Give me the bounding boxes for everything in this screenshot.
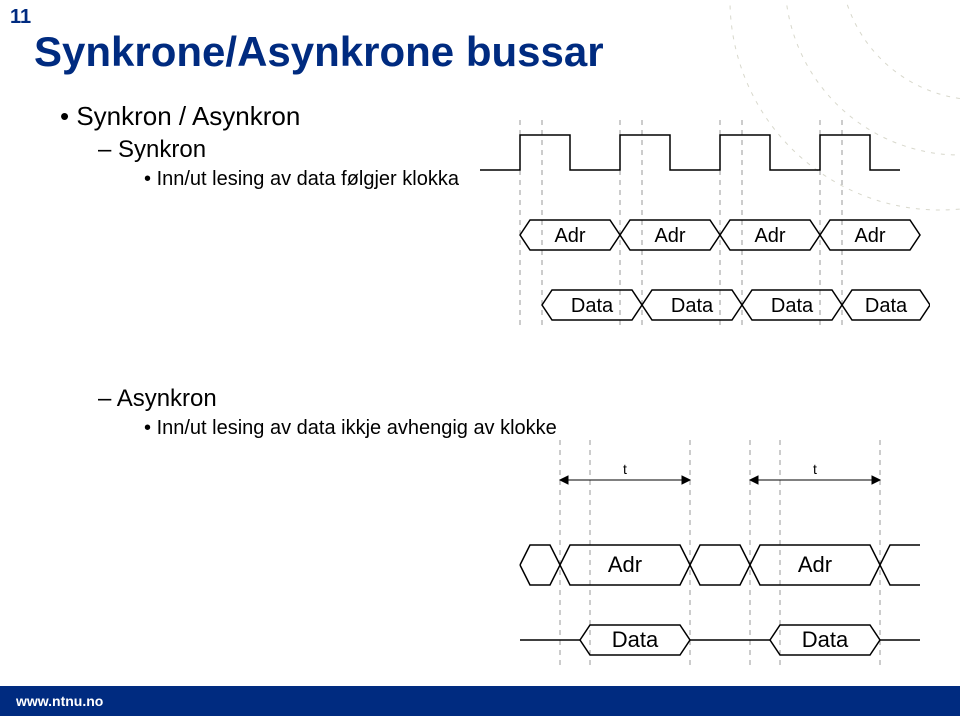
adr-label: Adr — [654, 225, 685, 247]
slide-title: Synkrone/Asynkrone bussar — [34, 28, 604, 76]
adr-label: Adr — [554, 225, 585, 247]
footer-bar: www.ntnu.no — [0, 686, 960, 716]
t-label: t — [813, 461, 817, 477]
t-label: t — [623, 461, 627, 477]
bullet-async: Asynkron — [98, 385, 920, 413]
adr-label: Adr — [854, 225, 885, 247]
data-label: Data — [771, 295, 814, 317]
adr-label: Adr — [608, 552, 642, 577]
data-label: Data — [865, 295, 908, 317]
footer-url: www.ntnu.no — [16, 693, 103, 709]
data-label: Data — [671, 295, 714, 317]
sync-timing-diagram: Adr Adr Adr Adr Data Data Data Data — [470, 120, 930, 330]
adr-label: Adr — [754, 225, 785, 247]
data-label: Data — [612, 627, 659, 652]
adr-label: Adr — [798, 552, 832, 577]
async-timing-diagram: t t Adr Adr Data Data — [510, 440, 930, 670]
data-label: Data — [571, 295, 614, 317]
bullet-async-detail: Inn/ut lesing av data ikkje avhengig av … — [144, 417, 920, 440]
data-label: Data — [802, 627, 849, 652]
page-number: 11 — [10, 6, 31, 29]
